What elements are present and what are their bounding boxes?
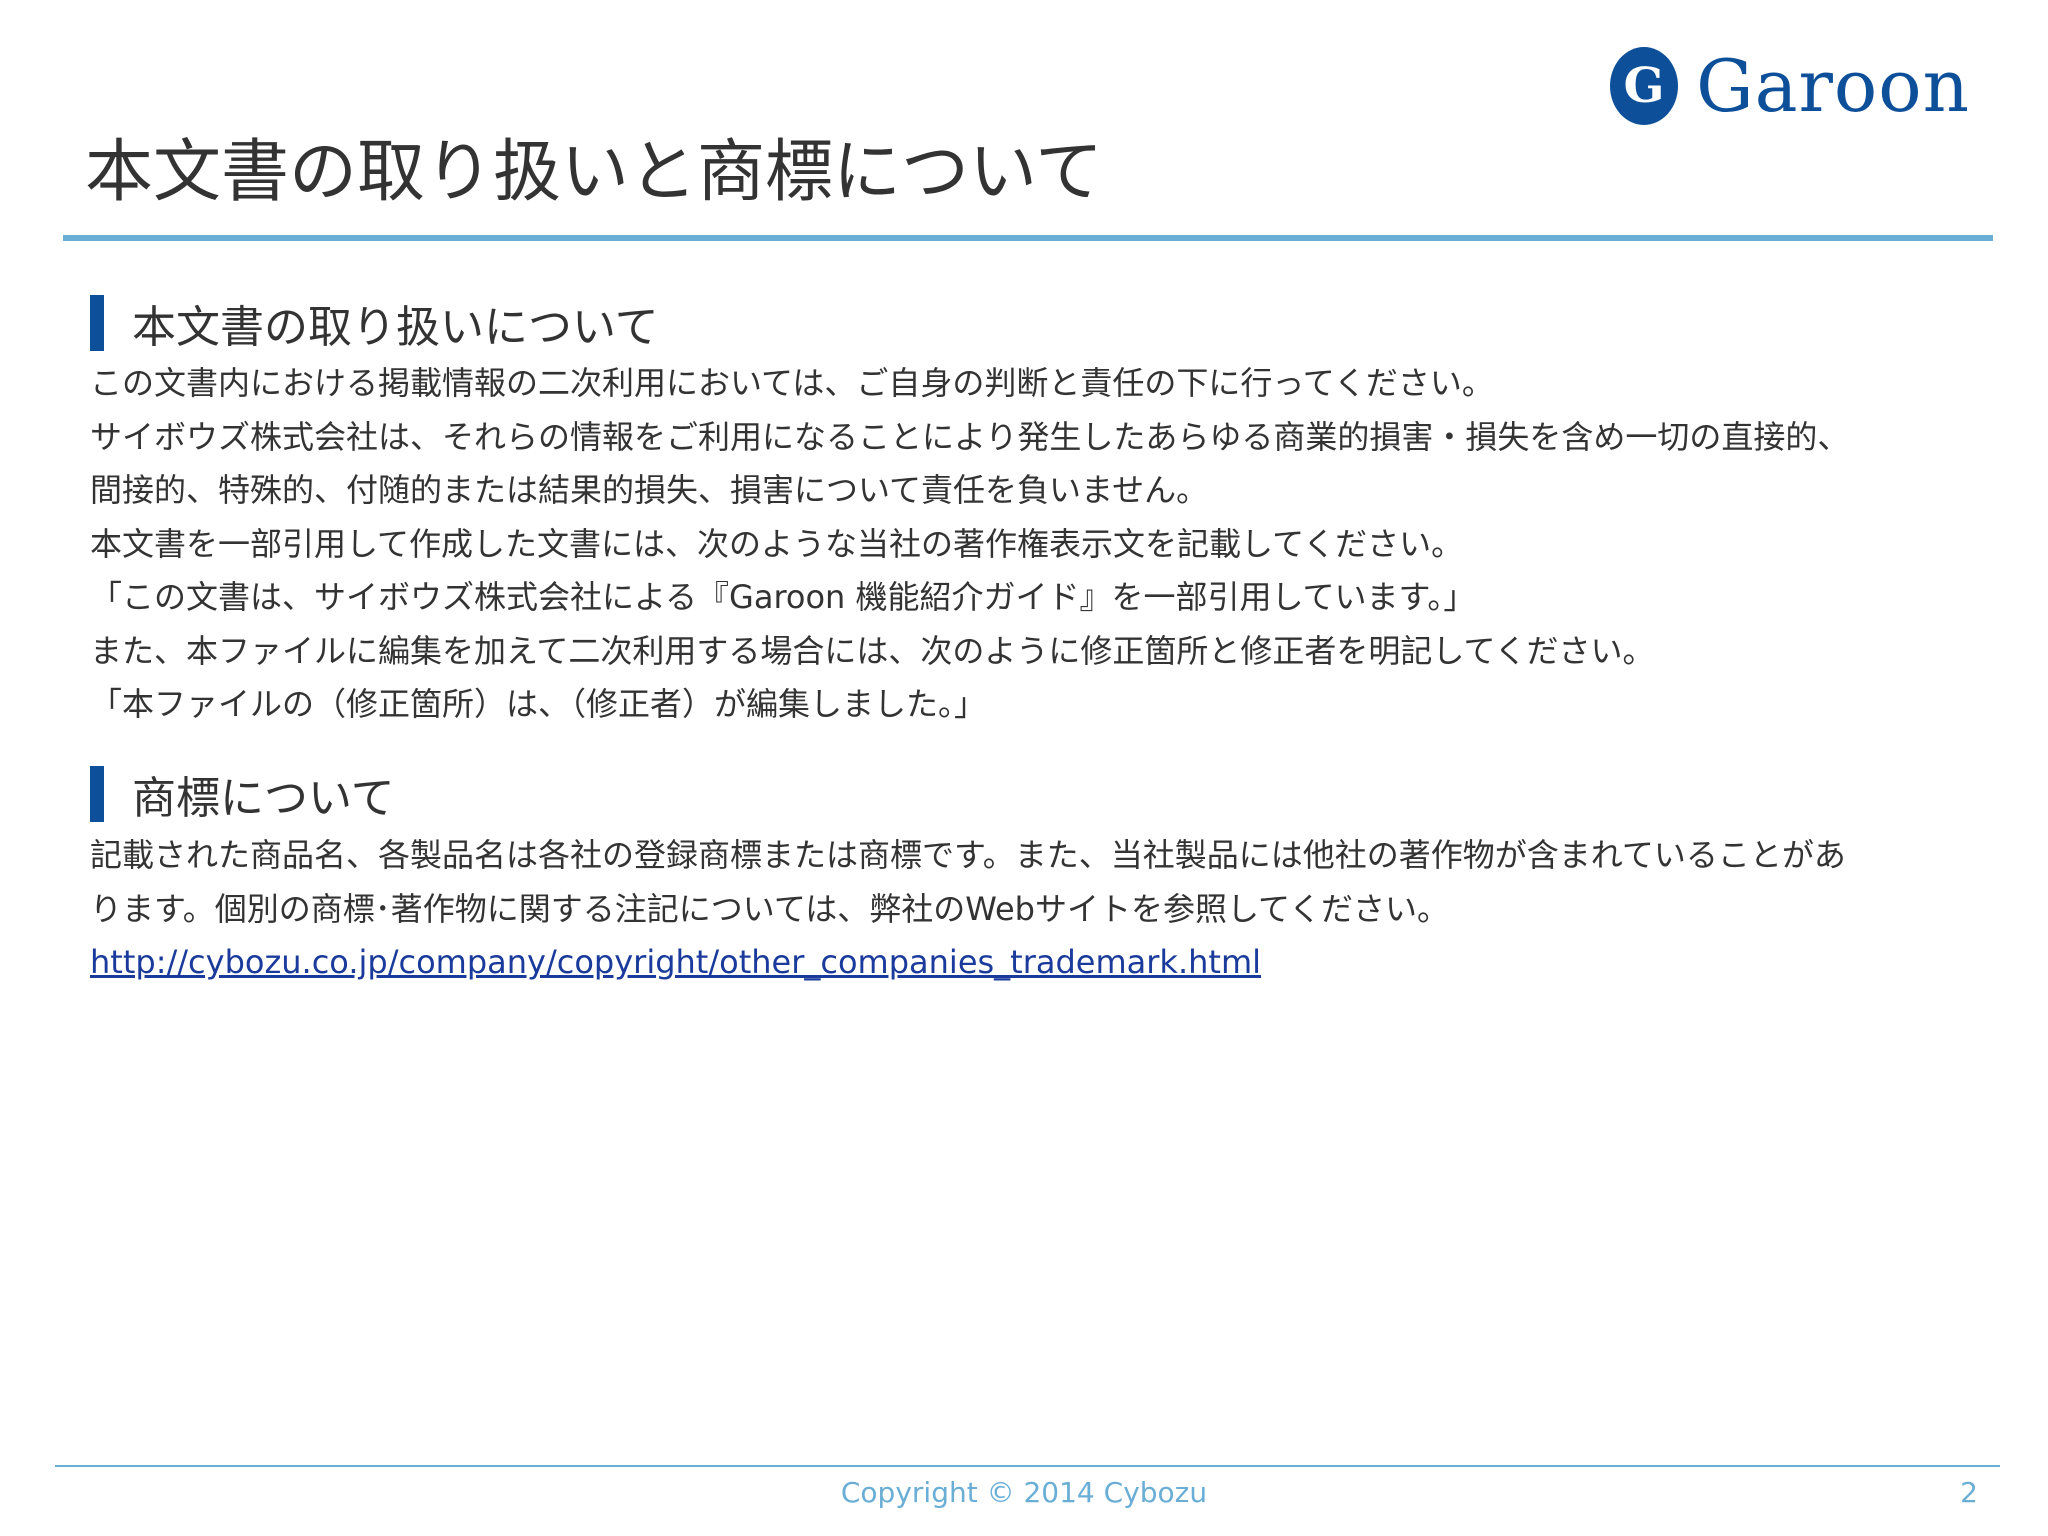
- body-line: この文書内における掲載情報の二次利用においては、ご自身の判断と責任の下に行ってく…: [90, 364, 1494, 402]
- page-number: 2: [1960, 1476, 1978, 1509]
- section-heading-trademarks: 商標について: [90, 762, 395, 826]
- trademarks-body: 記載された商品名、各製品名は各社の登録商標または商標です。また、当社製品には他社…: [90, 829, 1990, 990]
- body-line: サイボウズ株式会社は、それらの情報をご利用になることにより発生したあらゆる商業的…: [90, 417, 1850, 456]
- logo-wordmark: Garoon: [1696, 44, 1970, 128]
- section-marker-bar: [90, 766, 104, 822]
- body-line: 間接的、特殊的、付随的または結果的損失、損害について責任を負いません。: [90, 471, 1209, 509]
- document-handling-body: この文書内における掲載情報の二次利用においては、ご自身の判断と責任の下に行ってく…: [90, 357, 1990, 732]
- page-title: 本文書の取り扱いと商標について: [85, 133, 1103, 212]
- body-line: 「本ファイルの（修正箇所）は、（修正者）が編集しました。」: [90, 685, 987, 723]
- garoon-logo: G Garoon: [1610, 44, 1970, 128]
- section-marker-bar: [90, 295, 104, 351]
- body-line: 「この文書は、サイボウズ株式会社による『Garoon 機能紹介ガイド』を一部引用…: [90, 578, 1476, 616]
- garoon-g-logo-icon: G: [1610, 47, 1679, 125]
- body-line: また、本ファイルに編集を加えて二次利用する場合には、次のように修正箇所と修正者を…: [90, 631, 1655, 670]
- trademark-info-link[interactable]: http://cybozu.co.jp/company/copyright/ot…: [90, 943, 1261, 981]
- body-line: ります。個別の商標･著作物に関する注記については、弊社のWebサイトを参照してく…: [90, 889, 1450, 928]
- body-line: 本文書を一部引用して作成した文書には、次のような当社の著作権表示文を記載してくだ…: [90, 524, 1464, 563]
- title-divider: [63, 235, 1993, 241]
- section-heading-document-handling: 本文書の取り扱いについて: [90, 291, 659, 355]
- body-line: 記載された商品名、各製品名は各社の登録商標または商標です。また、当社製品には他社…: [90, 836, 1846, 874]
- section-heading-text: 本文書の取り扱いについて: [132, 302, 659, 353]
- section-heading-text: 商標について: [132, 773, 395, 824]
- footer-copyright: Copyright © 2014 Cybozu: [840, 1476, 1208, 1509]
- footer-divider: [55, 1465, 2000, 1467]
